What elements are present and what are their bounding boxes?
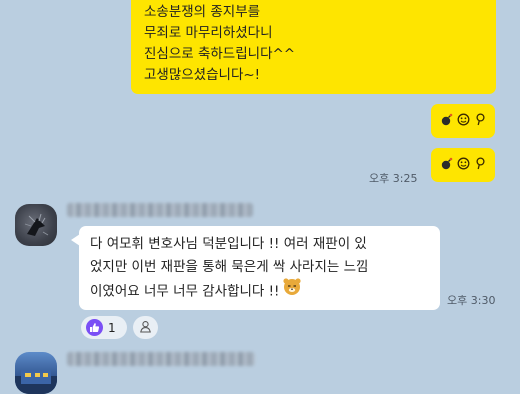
message-timestamp: 오후 3:25 <box>369 172 418 185</box>
message-line: 무죄로 마무리하셨다니 <box>144 25 273 41</box>
pin-icon <box>473 156 487 174</box>
emoji-message-bubble[interactable] <box>431 104 495 138</box>
reaction-count: 1 <box>108 320 116 335</box>
message-line: 었지만 이번 재판을 통해 묵은게 싹 사라지는 느낌 <box>90 259 369 275</box>
message-line-text: 이였어요 너무 너무 감사합니다 !! <box>90 283 280 300</box>
avatar[interactable] <box>15 352 57 394</box>
add-reaction-button[interactable] <box>133 316 158 339</box>
my-message-bubble[interactable]: 소송분쟁의 종지부를 무죄로 마무리하셨다니 진심으로 축하드립니다^^ 고생많… <box>131 0 496 94</box>
like-reaction-button[interactable]: 1 <box>81 316 127 339</box>
sender-name-blurred <box>67 352 255 366</box>
add-reaction-icon <box>139 318 152 337</box>
message-line: 고생많으셨습니다~! <box>144 67 261 83</box>
message-timestamp: 오후 3:30 <box>447 294 496 307</box>
message-line: 진심으로 축하드립니다^^ <box>144 46 296 62</box>
message-line: 이였어요 너무 너무 감사합니다 !! <box>90 276 430 304</box>
ryan-sticker-icon <box>282 276 302 304</box>
bomb-icon <box>439 157 453 173</box>
sender-name-blurred <box>67 203 253 217</box>
smiley-icon <box>456 157 470 174</box>
other-message-bubble[interactable]: 다 여모휘 변호사님 덕분입니다 !! 여러 재판이 있 었지만 이번 재판을 … <box>79 226 440 310</box>
bomb-icon <box>439 113 453 129</box>
message-line: 다 여모휘 변호사님 덕분입니다 !! 여러 재판이 있 <box>90 236 367 252</box>
message-line: 소송분쟁의 종지부를 <box>144 4 261 20</box>
pin-icon <box>473 112 487 130</box>
smiley-icon <box>456 113 470 130</box>
thumbs-up-icon <box>86 319 103 336</box>
emoji-message-bubble[interactable] <box>431 148 495 182</box>
avatar[interactable] <box>15 204 57 246</box>
